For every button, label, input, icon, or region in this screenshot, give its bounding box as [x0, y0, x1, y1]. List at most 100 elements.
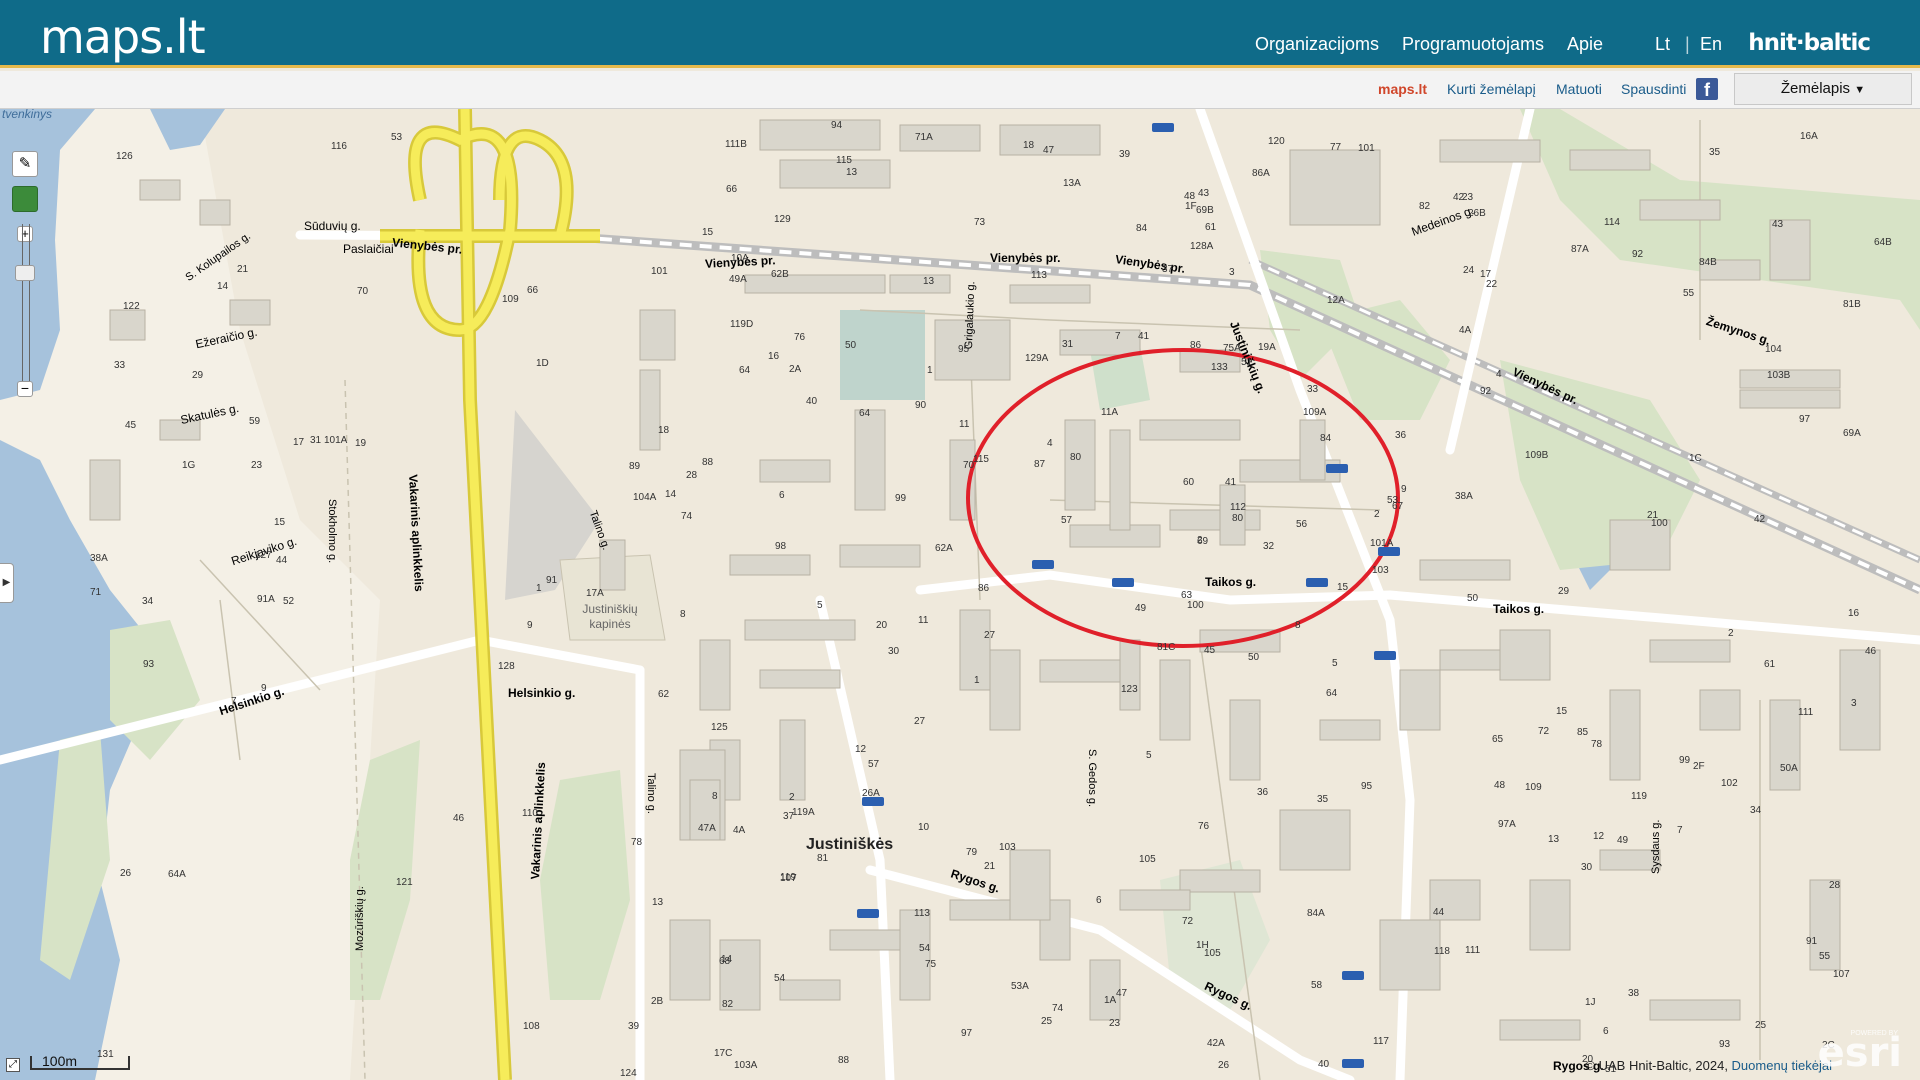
facebook-icon[interactable]: f	[1696, 78, 1718, 100]
house-number-label: 13	[846, 167, 858, 178]
house-number-label: 3	[1851, 698, 1857, 709]
house-number-label: 7	[1677, 825, 1683, 836]
house-number-label: 16	[768, 351, 780, 362]
lang-en[interactable]: En	[1700, 34, 1722, 55]
bus-stop-icon[interactable]	[1378, 547, 1400, 556]
house-number-label: 4A	[1459, 325, 1472, 336]
house-number-label: 92	[1632, 249, 1644, 260]
house-number-label: 7	[1115, 331, 1121, 342]
measure-button[interactable]: Matuoti	[1556, 81, 1602, 97]
label-stokholmo: Stokholmo g.	[326, 499, 338, 564]
house-number-label: 1J	[1585, 997, 1596, 1008]
house-number-label: 25	[1755, 1020, 1767, 1031]
label-paslaiciai: Paslaičiai	[343, 242, 394, 256]
bus-stop-icon[interactable]	[857, 909, 879, 918]
bus-stop-icon[interactable]	[1342, 1059, 1364, 1068]
bus-stop-icon[interactable]	[1342, 971, 1364, 980]
house-number-label: 17A	[586, 588, 604, 599]
house-number-label: 88	[702, 457, 714, 468]
house-number-label: 93	[1719, 1039, 1731, 1050]
house-number-label: 92	[1480, 386, 1492, 397]
house-number-label: 61	[1205, 222, 1217, 233]
house-number-label: 115	[836, 155, 852, 166]
house-number-label: 15	[1556, 706, 1568, 717]
bus-stop-icon[interactable]	[862, 797, 884, 806]
house-number-label: 2B	[651, 996, 664, 1007]
house-number-label: 90	[915, 400, 927, 411]
house-number-label: 39	[628, 1021, 640, 1032]
house-number-label: 105	[1139, 854, 1156, 865]
maps-lt-logo[interactable]: maps.lt	[40, 10, 206, 64]
house-number-label: 69B	[1196, 205, 1214, 216]
print-button[interactable]: Spausdinti	[1621, 81, 1686, 97]
bus-stop-icon[interactable]	[1032, 560, 1054, 569]
house-number-label: 9	[261, 683, 267, 694]
house-number-label: 129A	[1025, 353, 1049, 364]
house-number-label: 100	[1651, 518, 1668, 529]
layers-tool-button[interactable]	[12, 186, 38, 212]
house-number-label: 109	[502, 294, 519, 305]
house-number-label: 81	[817, 853, 829, 864]
bus-stop-icon[interactable]	[1326, 464, 1348, 473]
sports-field	[840, 310, 925, 400]
house-number-label: 46	[453, 813, 465, 824]
house-number-label: 30	[1581, 862, 1593, 873]
bus-stop-icon[interactable]	[1306, 578, 1328, 587]
house-number-label: 31	[1062, 339, 1074, 350]
hnit-baltic-logo[interactable]: hnit·baltic	[1748, 30, 1871, 56]
nav-organizacijoms[interactable]: Organizacijoms	[1255, 34, 1379, 55]
attribution: © UAB Hnit-Baltic, 2024, Duomenų tiekėja…	[1585, 1058, 1832, 1073]
toolbar-maps-lt[interactable]: maps.lt	[1378, 81, 1427, 97]
bus-stop-icon[interactable]	[1374, 651, 1396, 660]
house-number-label: 6	[779, 490, 785, 501]
house-number-label: 99	[1679, 755, 1691, 766]
house-number-label: 101	[651, 266, 668, 277]
nav-programuotojams[interactable]: Programuotojams	[1402, 34, 1544, 55]
lang-lt[interactable]: Lt	[1655, 34, 1670, 55]
house-number-label: 95	[1361, 781, 1373, 792]
house-number-label: 119A	[792, 807, 815, 818]
create-map-button[interactable]: Kurti žemėlapį	[1447, 81, 1536, 97]
zoom-slider[interactable]	[22, 224, 30, 392]
house-number-label: 65	[1492, 734, 1504, 745]
layer-select-label: Žemėlapis	[1780, 80, 1851, 97]
zoom-slider-handle[interactable]	[15, 265, 35, 281]
zoom-out-button[interactable]: −	[17, 381, 33, 397]
house-number-label: 26	[1218, 1060, 1230, 1071]
map-canvas[interactable]: Vienybės pr. Vienybės pr. Vienybės pr. V…	[0, 109, 1920, 1080]
house-number-label: 73	[974, 217, 986, 228]
nav-apie[interactable]: Apie	[1567, 34, 1603, 55]
side-panel-toggle[interactable]: ▶	[0, 563, 14, 603]
house-number-label: 71	[90, 587, 102, 598]
bus-stop-icon[interactable]	[1152, 123, 1174, 132]
house-number-label: 35	[1317, 794, 1329, 805]
bus-stop-icon[interactable]	[1112, 578, 1134, 587]
pen-icon: ✎	[18, 155, 32, 172]
layer-select[interactable]: Žemėlapis ▼	[1734, 73, 1912, 105]
house-number-label: 51	[1241, 357, 1253, 368]
house-number-label: 111	[1465, 945, 1481, 956]
house-number-label: 109	[1525, 782, 1542, 793]
house-number-label: 57	[868, 759, 880, 770]
house-number-label: 75	[925, 959, 937, 970]
house-number-label: 97	[1799, 414, 1811, 425]
house-number-label: 122	[123, 301, 140, 312]
house-number-label: 119D	[730, 319, 754, 330]
house-number-label: 48	[1494, 780, 1506, 791]
house-number-label: 129	[774, 214, 791, 225]
house-number-label: 33	[1307, 384, 1319, 395]
house-number-label: 1H	[1196, 940, 1209, 951]
house-number-label: 2	[1374, 509, 1380, 520]
house-number-label: 25	[1041, 1016, 1053, 1027]
house-number-label: 20	[876, 620, 888, 631]
house-number-label: 97	[961, 1028, 973, 1039]
house-number-label: 103	[1372, 565, 1389, 576]
house-number-label: 30	[888, 646, 900, 657]
label-suduviu: Sūduvių g.	[304, 219, 361, 233]
house-number-label: 2	[1728, 628, 1734, 639]
draw-tool-button[interactable]: ✎	[12, 151, 38, 177]
fullscreen-icon[interactable]: ⤢	[6, 1058, 20, 1072]
house-number-label: 116	[331, 141, 347, 152]
house-number-label: 31	[310, 435, 322, 446]
house-number-label: 33	[114, 360, 126, 371]
